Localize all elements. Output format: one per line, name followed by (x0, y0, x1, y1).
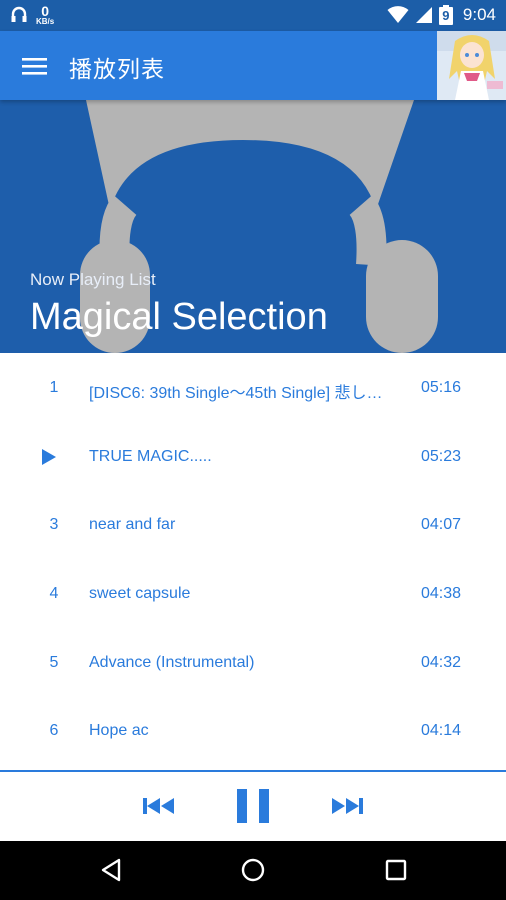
page-title: 播放列表 (69, 56, 165, 82)
nav-recents-icon (385, 859, 407, 881)
track-title: sweet capsule (89, 585, 191, 603)
pause-button[interactable] (235, 788, 271, 829)
track-list: 1 [DISC6: 39th Single〜45th Single] 悲しみの…… (0, 353, 506, 765)
track-duration: 04:32 (420, 653, 461, 671)
track-number: 4 (49, 585, 59, 603)
playlist-header: Now Playing List Magical Selection (0, 100, 506, 353)
now-playing-icon (42, 448, 56, 465)
wifi-icon (387, 6, 409, 23)
status-bar: 0 KB/s 9 9:04 (0, 0, 506, 31)
track-row[interactable]: 6 Hope ac 04:14 (0, 696, 506, 765)
recents-button[interactable] (383, 857, 409, 888)
network-speed-value: 0 (41, 3, 50, 19)
system-navigation-bar (0, 841, 506, 900)
back-button[interactable] (98, 857, 124, 888)
home-button[interactable] (240, 857, 266, 888)
status-bar-right: 9 9:04 (387, 5, 496, 25)
track-title: TRUE MAGIC..... (89, 447, 212, 465)
battery-icon: 9 (438, 5, 453, 25)
network-speed: 0 KB/s (36, 4, 54, 26)
app-bar: 播放列表 (0, 31, 506, 100)
track-duration: 05:16 (420, 379, 461, 396)
track-title: Hope ac (89, 722, 149, 740)
battery-level: 9 (442, 8, 450, 23)
cell-signal-icon (415, 7, 432, 23)
album-cover-thumbnail[interactable] (437, 31, 506, 100)
track-number: 1 (49, 379, 59, 396)
track-row[interactable]: 5 Advance (Instrumental) 04:32 (0, 628, 506, 697)
nav-back-icon (101, 858, 121, 882)
pause-icon (237, 789, 269, 823)
track-row[interactable]: 1 [DISC6: 39th Single〜45th Single] 悲しみの…… (0, 353, 506, 422)
skip-next-icon (332, 798, 363, 814)
track-number: 3 (49, 516, 59, 534)
track-duration: 04:14 (420, 722, 461, 740)
playlist-title: Magical Selection (30, 296, 328, 338)
nav-home-icon (241, 858, 265, 882)
track-title: near and far (89, 516, 176, 534)
track-row-now-playing[interactable]: TRUE MAGIC..... 05:23 (0, 422, 506, 491)
playlist-subtitle: Now Playing List (30, 270, 156, 289)
track-row[interactable]: 4 sweet capsule 04:38 (0, 559, 506, 628)
track-row[interactable]: 3 near and far 04:07 (0, 490, 506, 559)
track-number: 5 (49, 653, 59, 671)
next-button[interactable] (330, 796, 364, 821)
menu-button[interactable] (16, 49, 52, 83)
track-duration: 04:07 (420, 516, 461, 534)
track-title: [DISC6: 39th Single〜45th Single] 悲しみの… (89, 385, 394, 402)
track-number: 6 (49, 722, 59, 740)
track-title: Advance (Instrumental) (89, 653, 255, 671)
playback-controls (0, 770, 506, 843)
track-duration: 05:23 (420, 447, 461, 465)
previous-button[interactable] (142, 796, 176, 821)
skip-previous-icon (143, 798, 174, 814)
clock: 9:04 (462, 5, 496, 24)
status-bar-left: 0 KB/s (10, 4, 54, 26)
headset-notification-icon (11, 6, 27, 22)
hamburger-menu-icon (22, 58, 47, 75)
track-duration: 04:38 (420, 585, 461, 603)
network-speed-unit: KB/s (36, 17, 55, 26)
